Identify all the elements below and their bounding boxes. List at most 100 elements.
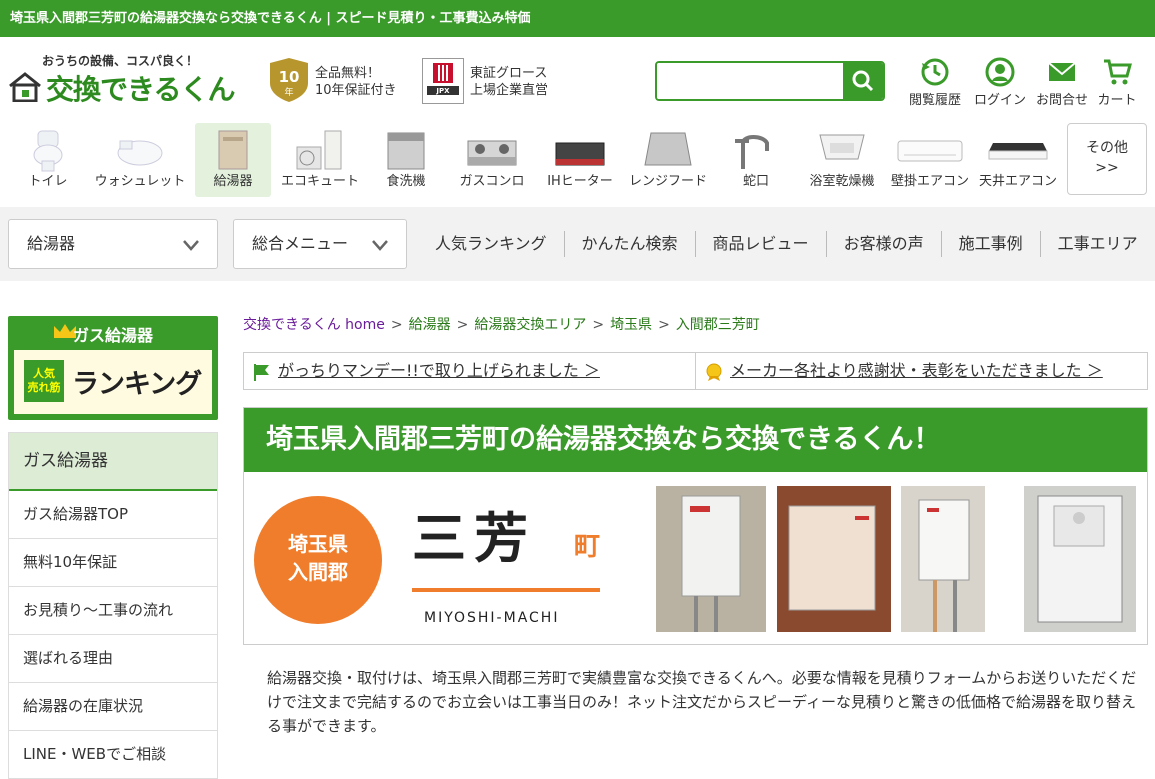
toilet-icon [33,130,63,172]
side-menu-item[interactable]: お見積り～工事の流れ [9,587,217,635]
breadcrumb-prefecture[interactable]: 埼玉県 [610,317,652,333]
nav-links: 人気ランキング かんたん検索 商品レビュー お客様の声 施工事例 工事エリア [418,231,1155,257]
history-link[interactable]: 閲覧履歴 [905,57,965,109]
search-button[interactable] [843,63,883,99]
notice-tv-feature[interactable]: がっちりマンデー!!で取り上げられました ＞ [244,353,695,389]
nav-easy-search[interactable]: かんたん検索 [563,231,695,257]
category-label: エコキュート [280,174,359,189]
nav-bar: 給湯器 総合メニュー 人気ランキング かんたん検索 商品レビュー お客様の声 施… [0,207,1155,281]
user-icon [985,57,1015,87]
category-ih-heater[interactable]: IHヒーター [542,123,618,197]
prefecture-circle: 埼玉県 入間郡 [254,496,382,624]
category-range-hood[interactable]: レンジフード [629,123,707,197]
svg-text:年: 年 [284,86,293,98]
side-menu: ガス給湯器 ガス給湯器TOP 無料10年保証 お見積り～工事の流れ 選ばれる理由… [8,432,218,779]
chevron-down-icon [372,240,388,251]
notice-awards[interactable]: メーカー各社より感謝状・表彰をいただきました ＞ [695,353,1147,389]
notice-text: メーカー各社より感謝状・表彰をいただきました ＞ [730,361,1103,380]
category-label: IHヒーター [547,174,613,189]
logo-name: 交換できるくん [46,73,235,106]
faucet-icon [735,135,769,169]
notice-bar: がっちりマンデー!!で取り上げられました ＞ メーカー各社より感謝状・表彰をいた… [243,352,1148,390]
general-menu-dropdown[interactable]: 総合メニュー [233,219,407,269]
category-dishwasher[interactable]: 食洗機 [368,123,444,197]
district-name: 入間郡 [288,560,348,584]
jpx-logo: JPX [422,58,464,104]
breadcrumb-separator: > [390,317,403,333]
top-banner: 埼玉県入間郡三芳町の給湯器交換なら交換できるくん | スピード見積り・工事費込み… [0,0,1155,37]
category-ceiling-aircon[interactable]: 天井エアコン [979,123,1057,197]
category-label: 蛇口 [742,174,769,189]
nav-customer-voice[interactable]: お客様の声 [825,231,941,257]
category-more-button[interactable]: その他 >> [1067,123,1147,195]
hero-title: 埼玉県入間郡三芳町の給湯器交換なら交換できるくん！ [244,408,1147,472]
category-washlet[interactable]: ウォシュレット [95,123,185,197]
nav-ranking[interactable]: 人気ランキング [418,231,564,257]
jpx-line2: 上場企業直営 [470,83,549,98]
town-suffix: 町 [574,532,601,562]
search-input[interactable] [657,63,845,99]
category-label: レンジフード [628,174,707,189]
nav-service-area[interactable]: 工事エリア [1039,231,1155,257]
category-wall-aircon[interactable]: 壁掛エアコン [891,123,969,197]
breadcrumb-area[interactable]: 給湯器交換エリア [474,317,586,333]
category-more-label: その他 [1086,140,1128,156]
ceiling-aircon-icon [988,143,1048,160]
ecocute-icon [296,130,342,170]
cart-link[interactable]: カート [1092,57,1142,109]
cart-icon [1104,59,1132,85]
search-box [655,61,885,101]
side-menu-item[interactable]: LINE・WEBでご相談 [9,731,217,779]
category-gas-stove[interactable]: ガスコンロ [454,123,530,197]
category-toilet[interactable]: トイレ [10,123,86,197]
category-label: 壁掛エアコン [890,174,969,189]
breadcrumb-home[interactable]: 交換できるくん home [243,317,385,333]
breadcrumb-water-heater[interactable]: 給湯器 [409,317,451,333]
breadcrumb: 交換できるくん home > 給湯器 > 給湯器交換エリア > 埼玉県 > 入間郡三芳町 [243,314,760,334]
breadcrumb-current[interactable]: 入間郡三芳町 [676,317,760,333]
install-photo-4 [1024,486,1136,632]
water-heater-icon [218,130,248,170]
jpx-line1: 東証グロース [470,66,548,81]
breadcrumb-separator: > [592,317,605,333]
site-logo[interactable]: おうちの設備、コスパ良く！ 交換できるくん [8,52,253,112]
ih-heater-icon [555,142,605,166]
town-romaji: MIYOSHI-MACHI [424,610,560,626]
side-menu-item[interactable]: ガス給湯器TOP [9,491,217,539]
contact-link[interactable]: お問合せ [1032,57,1092,109]
breadcrumb-separator: > [456,317,469,333]
nav-case-studies[interactable]: 施工事例 [940,231,1040,257]
login-label: ログイン [973,93,1026,108]
ranking-inner: 人気 売れ筋 ランキング [14,350,212,414]
category-faucet[interactable]: 蛇口 [718,123,794,197]
ranking-title: ガス給湯器 [72,326,153,345]
ranking-banner[interactable]: ガス給湯器 人気 売れ筋 ランキング [8,316,218,420]
range-hood-icon [644,132,692,166]
install-photo-3 [901,486,985,632]
login-link[interactable]: ログイン [970,57,1030,109]
category-ecocute[interactable]: エコキュート [281,123,359,197]
ranking-sub1: 人気 [33,367,55,380]
category-bathroom-dryer[interactable]: 浴室乾燥機 [804,123,880,197]
notice-text: がっちりマンデー!!で取り上げられました ＞ [278,361,600,380]
warranty-text: 全品無料！ 10年保証付き [315,65,397,99]
chevron-down-icon [183,240,199,251]
cart-label: カート [1097,93,1137,108]
history-label: 閲覧履歴 [908,93,961,108]
svg-text:10: 10 [279,68,300,86]
side-menu-heading: ガス給湯器 [9,433,217,491]
side-menu-item[interactable]: 選ばれる理由 [9,635,217,683]
header: おうちの設備、コスパ良く！ 交換できるくん 10 年 全品無料！ 10年保証付き… [0,37,1155,123]
category-water-heater[interactable]: 給湯器 [195,123,271,197]
side-menu-item[interactable]: 無料10年保証 [9,539,217,587]
nav-reviews[interactable]: 商品レビュー [694,231,826,257]
gas-stove-icon [467,140,517,166]
history-icon [921,58,949,86]
search-icon [852,70,874,92]
breadcrumb-separator: > [658,317,670,333]
ranking-label: ランキング [72,369,202,400]
product-dropdown[interactable]: 給湯器 [8,219,218,269]
side-menu-item[interactable]: 給湯器の在庫状況 [9,683,217,731]
house-icon [9,72,41,102]
category-label: ガスコンロ [459,174,525,189]
